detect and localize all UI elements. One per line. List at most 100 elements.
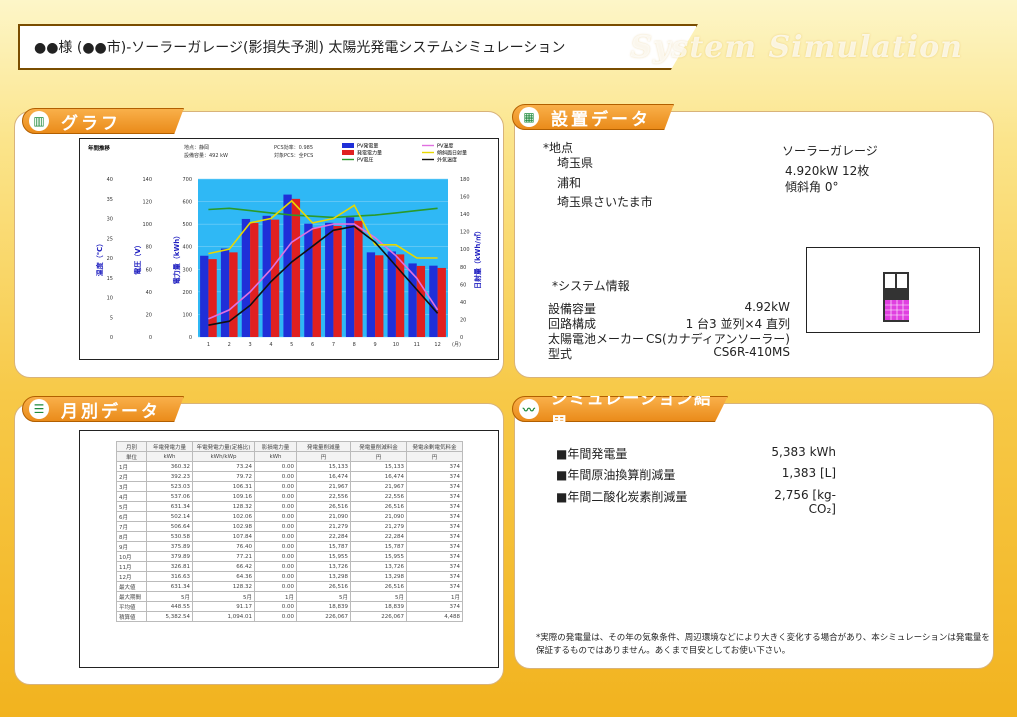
- table-cell: 91.17: [192, 601, 255, 612]
- page-header: ●●様 (●●市)-ソーラーガレージ(影損失予測) 太陽光発電システムシミュレー…: [18, 24, 698, 70]
- system-info-value: 4.92kW: [744, 300, 790, 314]
- bar: [291, 198, 301, 337]
- table-cell: 375.89: [146, 541, 193, 552]
- legend-swatch: [342, 150, 354, 155]
- table-row: 単位 kWh kWh/kWp kWh 円円円: [116, 451, 463, 462]
- bar: [437, 267, 446, 337]
- table-cell: 6月: [116, 511, 147, 522]
- table-cell: 631.34: [146, 581, 193, 592]
- chart-title: 年間推移: [88, 144, 111, 152]
- bar: [250, 223, 259, 337]
- table-row: 10月 379.89 77.21 0.00 15,955 15,955 374: [116, 551, 463, 562]
- x-tick-label: 8: [353, 342, 356, 348]
- table-cell: 537.06: [146, 491, 193, 502]
- tick-label: 80: [460, 265, 466, 271]
- table-row: 6月 502.14 102.06 0.00 21,090 21,090 374: [116, 511, 463, 522]
- table-cell: 1,094.01: [192, 611, 255, 622]
- chart-info-cap: 設備容量：492 kW: [184, 152, 228, 159]
- table-cell: 発電量削減量: [296, 441, 351, 452]
- bar: [354, 220, 363, 337]
- table-cell: 0.00: [254, 541, 297, 552]
- table-cell: 0.00: [254, 611, 297, 622]
- table-cell: 102.98: [192, 521, 255, 532]
- table-row: 平均値 448.55 91.17 0.00 18,839 18,839 374: [116, 601, 463, 612]
- table-cell: 631.34: [146, 501, 193, 512]
- tick-label: 0: [189, 335, 192, 341]
- bar: [220, 248, 230, 337]
- graph-tab: ▥ グラフ: [22, 108, 184, 134]
- install-tilt: 傾斜角 0°: [785, 180, 839, 194]
- table-cell: 最大期間: [116, 591, 147, 602]
- legend-label: PV温度: [437, 143, 453, 150]
- axis-title: 電圧（V）: [133, 241, 142, 274]
- result-label: ■年間原油換算削減量: [556, 468, 676, 482]
- table-cell: 0.00: [254, 531, 297, 542]
- tick-label: 20: [460, 317, 466, 323]
- table-cell: 530.58: [146, 531, 193, 542]
- tick-label: 30: [107, 217, 113, 223]
- table-cell: 15,955: [350, 551, 407, 562]
- table-cell: 374: [406, 501, 463, 512]
- table-cell: 374: [406, 491, 463, 502]
- bar: [229, 252, 238, 337]
- x-tick-label: 1: [207, 342, 210, 348]
- table-cell: 16,474: [296, 471, 351, 482]
- table-cell: 0.00: [254, 481, 297, 492]
- axis-title: 日射量（kWh/㎡）: [473, 227, 482, 289]
- table-row: 3月 523.03 106.31 0.00 21,967 21,967 374: [116, 481, 463, 492]
- x-tick-label: 10: [393, 342, 399, 348]
- table-cell: 21,967: [350, 481, 407, 492]
- table-cell: 22,556: [350, 491, 407, 502]
- x-tick-label: 2: [228, 342, 231, 348]
- table-cell: 月別: [116, 441, 147, 452]
- table-cell: 374: [406, 541, 463, 552]
- monthly-table: 月別 年電発電力量 年電発電力量(定格比) 影損電力量 発電量削減量 発電量削減料金 発電余…: [116, 441, 463, 622]
- table-cell: 76.40: [192, 541, 255, 552]
- table-cell: 15,787: [296, 541, 351, 552]
- x-unit-label: (月): [452, 342, 461, 348]
- table-cell: 発電量削減料金: [350, 441, 407, 452]
- table-cell: 448.55: [146, 601, 193, 612]
- result-row: ■年間発電量 5,383 kWh: [556, 445, 836, 462]
- table-cell: 18,839: [296, 601, 351, 612]
- tick-label: 140: [142, 177, 152, 183]
- table-cell: 502.14: [146, 511, 193, 522]
- table-cell: 374: [406, 561, 463, 572]
- bar: [366, 252, 376, 337]
- system-info-value: CS6R-410MS: [713, 345, 790, 359]
- tick-label: 100: [460, 247, 470, 253]
- table-cell: 13,298: [350, 571, 407, 582]
- bar: [325, 222, 334, 337]
- table-cell: kWh/kWp: [192, 451, 255, 462]
- table-row: 月別 年電発電力量 年電発電力量(定格比) 影損電力量 発電量削減量 発電量削減料金 発電余…: [116, 441, 463, 452]
- table-cell: 374: [406, 521, 463, 532]
- table-cell: 21,279: [350, 521, 407, 532]
- legend-label: PV電圧: [357, 158, 373, 164]
- table-cell: 316.63: [146, 571, 193, 582]
- table-cell: 13,726: [296, 561, 351, 572]
- tick-label: 0: [110, 335, 113, 341]
- table-cell: 374: [406, 511, 463, 522]
- tick-label: 35: [107, 197, 113, 203]
- table-cell: 523.03: [146, 481, 193, 492]
- table-row: 7月 506.64 102.98 0.00 21,279 21,279 374: [116, 521, 463, 532]
- axis-title: 温度（℃）: [95, 240, 104, 276]
- table-cell: 12月: [116, 571, 147, 582]
- table-cell: 374: [406, 481, 463, 492]
- result-row: ■年間二酸化炭素削減量 2,756 [kg-CO₂]: [556, 488, 836, 516]
- chart-info-eff: PCS効率：0.985: [274, 144, 313, 151]
- table-cell: 10月: [116, 551, 147, 562]
- table-cell: 0.00: [254, 601, 297, 612]
- table-cell: 15,955: [296, 551, 351, 562]
- bar: [416, 265, 426, 337]
- table-cell: 1月: [254, 591, 297, 602]
- x-tick-label: 3: [248, 342, 251, 348]
- chart-info-pcs: 対象PCS：全PCS: [274, 152, 313, 159]
- table-cell: 8月: [116, 531, 147, 542]
- table-cell: 5月: [192, 591, 255, 602]
- table-cell: 1月: [406, 591, 463, 602]
- result-tab: 〰 シミュレーション結果: [512, 396, 728, 422]
- table-cell: 21,279: [296, 521, 351, 532]
- bar: [429, 265, 438, 337]
- bar: [241, 218, 251, 337]
